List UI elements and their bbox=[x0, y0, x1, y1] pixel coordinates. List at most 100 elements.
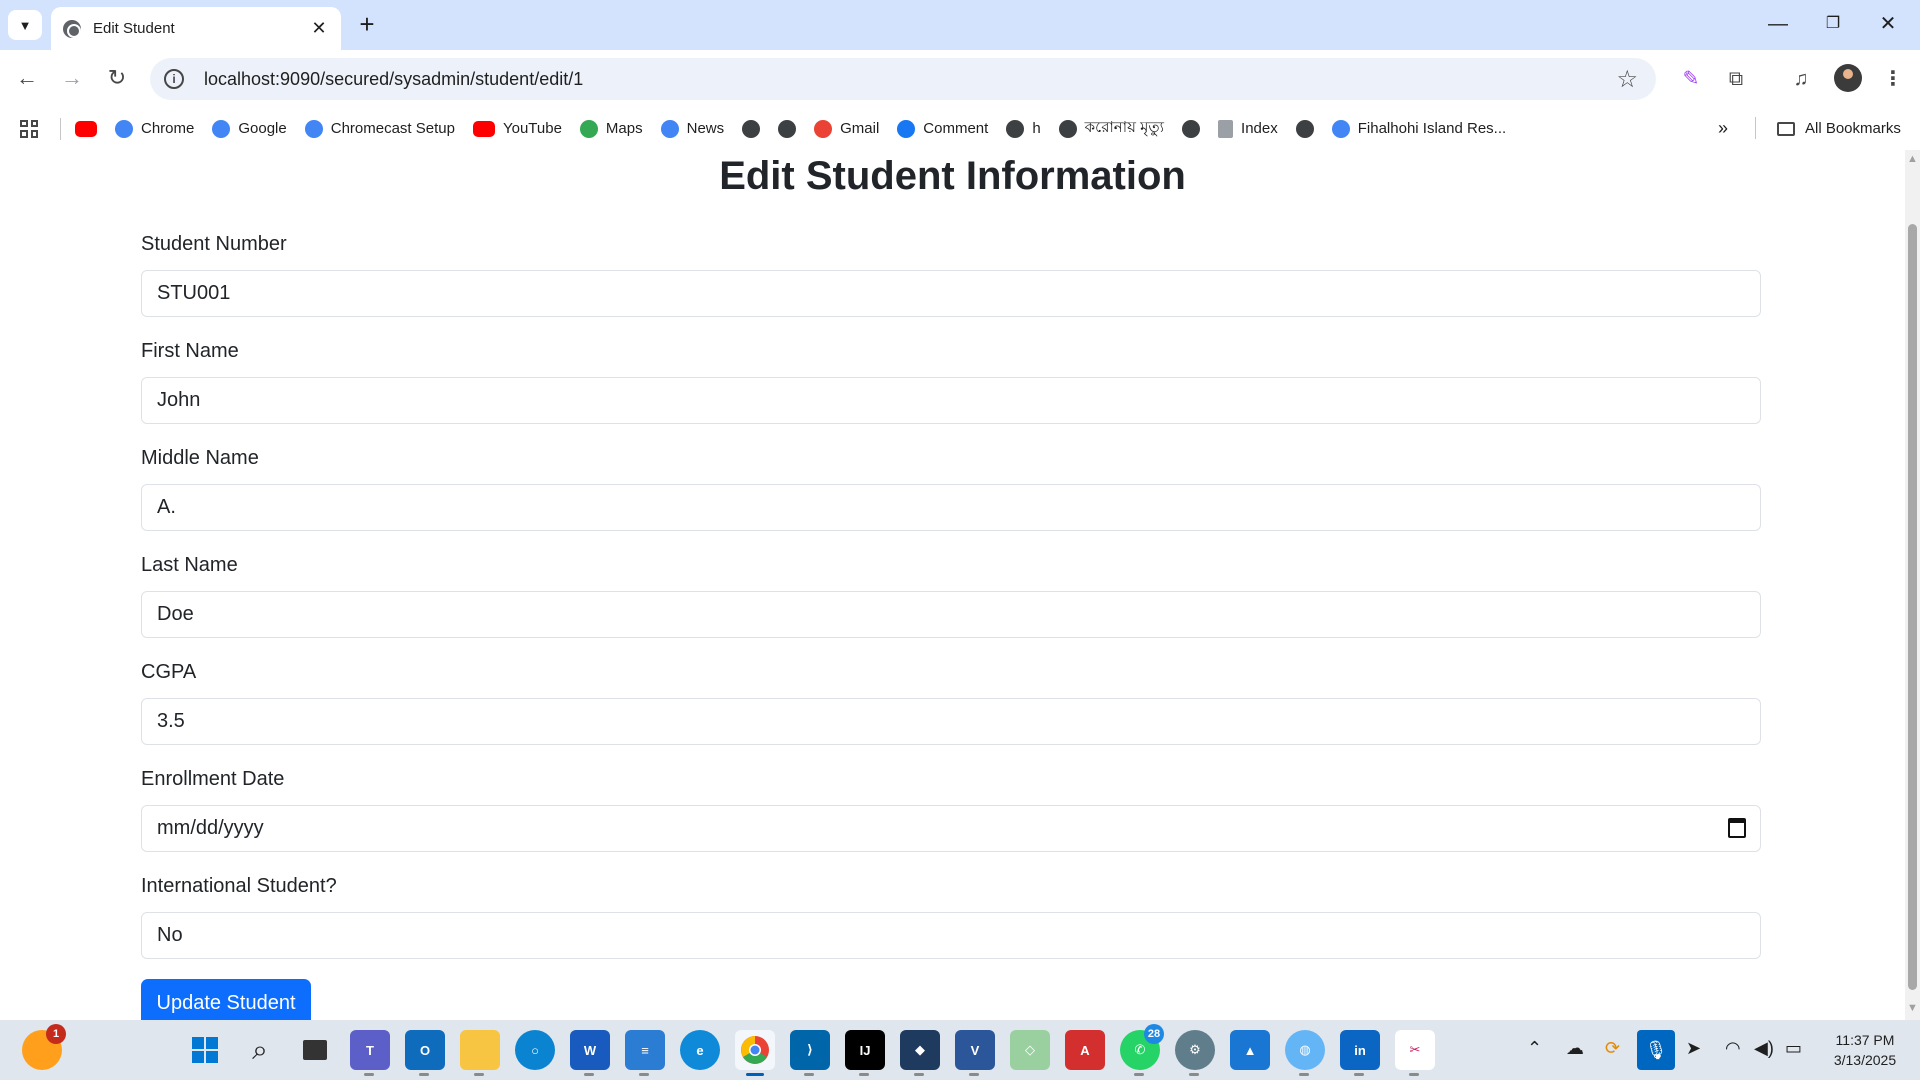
linkedin-icon[interactable]: in bbox=[1340, 1030, 1380, 1076]
globe-app-icon[interactable]: ◍ bbox=[1285, 1030, 1325, 1076]
intellij-icon[interactable]: IJ bbox=[845, 1030, 885, 1076]
first-name-label: First Name bbox=[141, 340, 239, 362]
youtube-icon bbox=[75, 120, 97, 137]
apps-icon[interactable] bbox=[20, 119, 38, 138]
enrollment-date-label: Enrollment Date bbox=[141, 768, 285, 790]
bookmark-item[interactable]: Index bbox=[1218, 119, 1278, 138]
url-text[interactable]: localhost:9090/secured/sysadmin/student/… bbox=[204, 69, 1616, 90]
address-bar[interactable]: i localhost:9090/secured/sysadmin/studen… bbox=[150, 58, 1656, 100]
location-icon[interactable]: ➤ bbox=[1686, 1038, 1701, 1059]
middle-name-input[interactable]: A. bbox=[141, 484, 1761, 531]
edge-icon[interactable]: e bbox=[680, 1030, 720, 1070]
update-student-button[interactable]: Update Student bbox=[141, 979, 311, 1020]
scroll-down-icon[interactable]: ▼ bbox=[1907, 1003, 1918, 1014]
facebook-icon bbox=[897, 119, 916, 138]
tray-overflow-icon[interactable]: ⌃ bbox=[1527, 1038, 1542, 1059]
wifi-icon[interactable]: ◠ bbox=[1725, 1038, 1741, 1059]
last-name-input[interactable]: Doe bbox=[141, 591, 1761, 638]
bookmark-item[interactable] bbox=[1182, 119, 1201, 138]
menu-icon[interactable]: ⋮ bbox=[1878, 64, 1908, 94]
bookmark-item[interactable]: Chromecast Setup bbox=[304, 119, 455, 138]
student-number-input[interactable]: STU001 bbox=[141, 270, 1761, 317]
photos-icon[interactable]: ▲ bbox=[1230, 1030, 1270, 1070]
profile-avatar[interactable] bbox=[1834, 64, 1862, 92]
bookmark-item[interactable]: h bbox=[1006, 119, 1041, 138]
bookmark-item[interactable]: Gmail bbox=[814, 119, 880, 138]
microphone-icon[interactable]: 🎙 bbox=[1637, 1030, 1675, 1070]
snipping-tool-icon[interactable]: ✂ bbox=[1395, 1030, 1435, 1076]
vscode-icon[interactable]: ⟩ bbox=[790, 1030, 830, 1076]
scroll-up-icon[interactable]: ▲ bbox=[1907, 154, 1918, 165]
middle-name-label: Middle Name bbox=[141, 447, 259, 469]
close-tab-icon[interactable]: ✕ bbox=[309, 18, 329, 39]
start-icon[interactable] bbox=[185, 1030, 225, 1070]
settings-icon[interactable]: ⚙ bbox=[1175, 1030, 1215, 1076]
first-name-input[interactable]: John bbox=[141, 377, 1761, 424]
bookmark-item[interactable]: YouTube bbox=[472, 120, 562, 137]
bookmark-item[interactable]: Maps bbox=[579, 119, 643, 138]
reload-button[interactable]: ↻ bbox=[102, 64, 132, 94]
bookmark-item[interactable]: News bbox=[660, 119, 724, 138]
weather-widget-icon[interactable]: 1 bbox=[22, 1024, 66, 1070]
volume-icon[interactable]: ◀) bbox=[1754, 1038, 1774, 1059]
tab-search-button[interactable]: ▼ bbox=[8, 10, 42, 40]
enrollment-date-input[interactable]: mm/dd/yyyy bbox=[141, 805, 1761, 852]
close-window-button[interactable]: ✕ bbox=[1868, 10, 1908, 40]
word-icon[interactable]: W bbox=[570, 1030, 610, 1076]
task-view-icon[interactable] bbox=[295, 1030, 335, 1070]
onedrive-icon[interactable]: ☁ bbox=[1566, 1038, 1584, 1059]
bookmark-item[interactable]: Comment bbox=[897, 119, 988, 138]
site-info-icon[interactable]: i bbox=[164, 69, 184, 89]
bookmark-star-icon[interactable]: ☆ bbox=[1616, 65, 1638, 94]
bookmark-item[interactable] bbox=[778, 119, 797, 138]
acrobat-icon[interactable]: A bbox=[1065, 1030, 1105, 1070]
chrome-taskbar-icon[interactable] bbox=[735, 1030, 775, 1076]
bookmark-label: Google bbox=[238, 120, 287, 137]
taskbar: 1 ⌕ T O ○ W ≡ e ⟩ IJ ◆ V ◇ A ✆ 28 ⚙ ▲ ◍ … bbox=[0, 1020, 1920, 1080]
tab-active[interactable]: Edit Student ✕ bbox=[51, 7, 341, 50]
scroll-thumb[interactable] bbox=[1908, 224, 1917, 990]
bookmark-item[interactable] bbox=[742, 119, 761, 138]
bookmark-item[interactable]: Google bbox=[212, 119, 287, 138]
calendar-icon[interactable] bbox=[1728, 818, 1746, 838]
more-bookmarks-chevron-icon[interactable]: » bbox=[1718, 107, 1728, 150]
sync-icon[interactable]: ⟳ bbox=[1605, 1038, 1620, 1059]
new-tab-button[interactable]: + bbox=[352, 10, 382, 40]
bookmark-label: Fihalhohi Island Res... bbox=[1357, 120, 1507, 137]
all-bookmarks-button[interactable]: All Bookmarks bbox=[1777, 107, 1901, 150]
bookmark-item[interactable]: করোনায় মৃত্যু bbox=[1058, 116, 1164, 141]
bookmark-label: Chromecast Setup bbox=[330, 120, 455, 137]
back-button[interactable]: ← bbox=[12, 64, 42, 94]
clock-time: 11:37 PM bbox=[1835, 1032, 1895, 1048]
visio-icon[interactable]: V bbox=[955, 1030, 995, 1076]
search-icon[interactable]: ⌕ bbox=[240, 1030, 280, 1070]
whatsapp-icon[interactable]: ✆ 28 bbox=[1120, 1024, 1164, 1076]
media-control-icon[interactable]: ♫ bbox=[1786, 64, 1816, 94]
cgpa-input[interactable]: 3.5 bbox=[141, 698, 1761, 745]
extensions-icon[interactable]: ⧉ bbox=[1721, 64, 1751, 94]
page-content: Edit Student Information Student Number … bbox=[0, 150, 1905, 1020]
bookmark-label: Gmail bbox=[840, 120, 880, 137]
file-explorer-icon[interactable] bbox=[460, 1030, 500, 1076]
bookmark-item[interactable]: Fihalhohi Island Res... bbox=[1331, 119, 1507, 138]
notepad-icon[interactable]: ≡ bbox=[625, 1030, 665, 1076]
cortana-icon[interactable]: ○ bbox=[515, 1030, 555, 1070]
bookmark-item[interactable] bbox=[75, 120, 97, 137]
git-tool-icon[interactable]: ◇ bbox=[1010, 1030, 1050, 1070]
bookmark-item[interactable] bbox=[1295, 119, 1314, 138]
battery-icon[interactable]: ▭ bbox=[1785, 1038, 1802, 1059]
pen-extension-icon[interactable]: ✎ bbox=[1676, 64, 1706, 94]
outlook-icon[interactable]: O bbox=[405, 1030, 445, 1076]
bookmark-item[interactable]: Chrome bbox=[115, 119, 194, 138]
page-scrollbar[interactable]: ▲ ▼ bbox=[1905, 150, 1920, 1020]
bookmark-label: Index bbox=[1241, 120, 1278, 137]
enrollment-date-placeholder: mm/dd/yyyy bbox=[157, 817, 264, 839]
globe-icon bbox=[742, 119, 761, 138]
taskbar-clock[interactable]: 11:37 PM 3/13/2025 bbox=[1815, 1030, 1915, 1070]
db-tool-icon[interactable]: ◆ bbox=[900, 1030, 940, 1076]
forward-button[interactable]: → bbox=[57, 64, 87, 94]
international-select[interactable]: No bbox=[141, 912, 1761, 959]
teams-icon[interactable]: T bbox=[350, 1030, 390, 1076]
minimize-button[interactable]: — bbox=[1758, 10, 1798, 40]
restore-button[interactable]: ❐ bbox=[1813, 10, 1853, 40]
